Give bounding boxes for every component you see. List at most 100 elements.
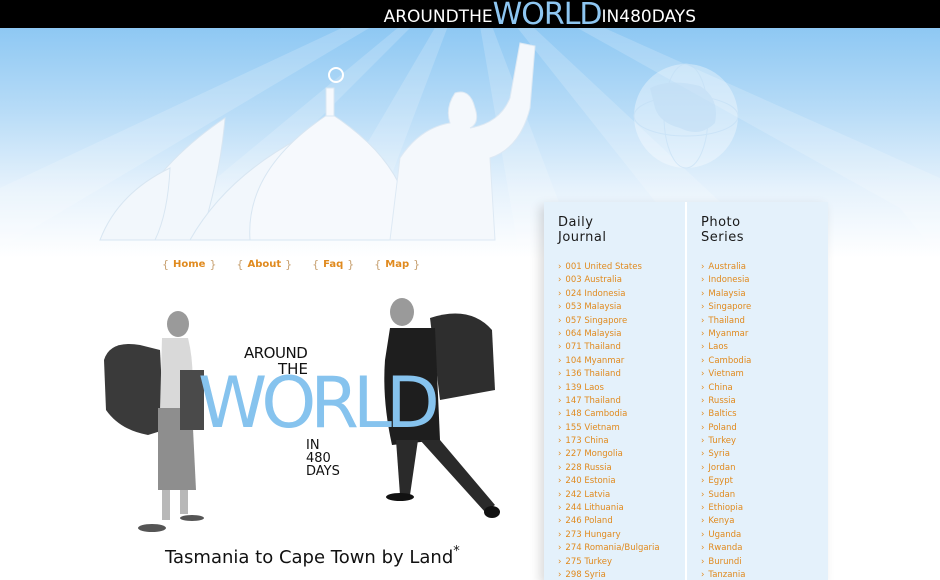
photo-series-link[interactable]: › Burundi (701, 556, 828, 569)
photo-series-link[interactable]: › Baltics (701, 408, 828, 421)
photo-series-link[interactable]: › Rwanda (701, 542, 828, 555)
photo-series-link[interactable]: › China (701, 382, 828, 395)
daily-journal-heading-line2: Journal (558, 230, 607, 245)
journal-entry-link[interactable]: › 001 United States (558, 261, 685, 274)
photo-series-link[interactable]: › Malaysia (701, 288, 828, 301)
site-title-world: WORLD (492, 0, 603, 32)
chevron-right-icon: › (558, 328, 562, 339)
photo-series-link[interactable]: › Thailand (701, 315, 828, 328)
photo-series-link[interactable]: › Australia (701, 261, 828, 274)
chevron-right-icon: › (701, 355, 705, 366)
chevron-right-icon: › (558, 569, 562, 580)
journal-entry-link[interactable]: › 242 Latvia (558, 489, 685, 502)
link-label: Vietnam (708, 369, 744, 380)
photo-series-link[interactable]: › Uganda (701, 529, 828, 542)
journal-entry-link[interactable]: › 227 Mongolia (558, 448, 685, 461)
photo-series-link[interactable]: › Cambodia (701, 355, 828, 368)
journal-entry-link[interactable]: › 228 Russia (558, 462, 685, 475)
link-label: Poland (708, 422, 737, 433)
chevron-right-icon: › (558, 302, 562, 313)
chevron-right-icon: › (558, 369, 562, 380)
hero-around-text: AROUND (244, 344, 308, 362)
chevron-right-icon: › (701, 422, 705, 433)
journal-entry-link[interactable]: › 298 Syria (558, 569, 685, 580)
chevron-right-icon: › (701, 369, 705, 380)
nav-faq[interactable]: {Faq} (312, 258, 354, 271)
link-label: 275 Turkey (565, 556, 612, 567)
photo-series-link[interactable]: › Tanzania (701, 569, 828, 580)
journal-entry-link[interactable]: › 104 Myanmar (558, 355, 685, 368)
chevron-right-icon: › (701, 543, 705, 554)
journal-entry-link[interactable]: › 071 Thailand (558, 341, 685, 354)
link-label: 240 Estonia (565, 476, 616, 487)
journal-entry-link[interactable]: › 246 Poland (558, 515, 685, 528)
photo-series-link[interactable]: › Russia (701, 395, 828, 408)
photo-series-heading-line1: Photo (701, 215, 741, 230)
nav-about-label: About (247, 259, 282, 270)
photo-series-link[interactable]: › Laos (701, 341, 828, 354)
journal-entry-link[interactable]: › 155 Vietnam (558, 422, 685, 435)
chevron-right-icon: › (558, 503, 562, 514)
photo-series-link[interactable]: › Syria (701, 448, 828, 461)
chevron-right-icon: › (701, 315, 705, 326)
nav-about[interactable]: {About} (236, 258, 292, 271)
journal-entry-link[interactable]: › 148 Cambodia (558, 408, 685, 421)
link-label: Russia (708, 395, 736, 406)
journal-entry-link[interactable]: › 173 China (558, 435, 685, 448)
journal-entry-link[interactable]: › 003 Australia (558, 274, 685, 287)
link-label: 057 Singapore (565, 315, 628, 326)
journal-entry-link[interactable]: › 139 Laos (558, 382, 685, 395)
link-label: China (708, 382, 733, 393)
link-label: 246 Poland (565, 516, 613, 527)
photo-series-link[interactable]: › Turkey (701, 435, 828, 448)
journal-entry-link[interactable]: › 240 Estonia (558, 475, 685, 488)
chevron-right-icon: › (558, 395, 562, 406)
photo-series-link[interactable]: › Sudan (701, 489, 828, 502)
chevron-right-icon: › (558, 529, 562, 540)
photo-series-link[interactable]: › Ethiopia (701, 502, 828, 515)
photo-series-link[interactable]: › Myanmar (701, 328, 828, 341)
journal-entry-link[interactable]: › 273 Hungary (558, 529, 685, 542)
link-label: Sudan (708, 489, 736, 500)
journal-entry-link[interactable]: › 274 Romania/Bulgaria (558, 542, 685, 555)
chevron-right-icon: › (558, 262, 562, 272)
link-label: Indonesia (708, 275, 750, 286)
chevron-right-icon: › (701, 395, 705, 406)
journal-entry-link[interactable]: › 136 Thailand (558, 368, 685, 381)
journal-entry-link[interactable]: › 147 Thailand (558, 395, 685, 408)
journal-entry-link[interactable]: › 053 Malaysia (558, 301, 685, 314)
link-label: Burundi (708, 556, 742, 567)
journal-entry-link[interactable]: › 024 Indonesia (558, 288, 685, 301)
daily-journal-heading: Daily Journal (544, 202, 685, 260)
daily-journal-heading-line1: Daily (558, 215, 594, 230)
chevron-right-icon: › (701, 275, 705, 286)
journal-entry-link[interactable]: › 275 Turkey (558, 556, 685, 569)
photo-series-link[interactable]: › Vietnam (701, 368, 828, 381)
chevron-right-icon: › (701, 262, 705, 272)
photo-series-link[interactable]: › Jordan (701, 462, 828, 475)
journal-entry-link[interactable]: › 057 Singapore (558, 315, 685, 328)
photo-series-link[interactable]: › Kenya (701, 515, 828, 528)
chevron-right-icon: › (701, 409, 705, 420)
link-label: Laos (708, 342, 728, 353)
nav-home[interactable]: {Home} (162, 258, 216, 271)
photo-series-link[interactable]: › Indonesia (701, 274, 828, 287)
site-title[interactable]: AROUNDTHE WORLD IN480DAYS (384, 0, 696, 32)
journal-entry-link[interactable]: › 064 Malaysia (558, 328, 685, 341)
chevron-right-icon: › (558, 315, 562, 326)
chevron-right-icon: › (701, 569, 705, 580)
chevron-right-icon: › (558, 422, 562, 433)
photo-series-list: › Australia › Indonesia › Malaysia › Singapore ›… (687, 261, 828, 580)
photo-series-link[interactable]: › Singapore (701, 301, 828, 314)
link-label: 298 Syria (565, 569, 606, 580)
globe-shape (633, 63, 739, 169)
photo-series-link[interactable]: › Egypt (701, 475, 828, 488)
photo-series-column: Photo Series › Australia › Indonesia › Malays… (687, 202, 828, 580)
link-label: Syria (708, 449, 730, 460)
nav-map[interactable]: {Map} (374, 258, 420, 271)
journal-entry-link[interactable]: › 244 Lithuania (558, 502, 685, 515)
photo-series-link[interactable]: › Poland (701, 422, 828, 435)
tagline-text: Tasmania to Cape Town by Land (165, 547, 454, 568)
link-label: Baltics (708, 409, 737, 420)
chevron-right-icon: › (701, 288, 705, 299)
